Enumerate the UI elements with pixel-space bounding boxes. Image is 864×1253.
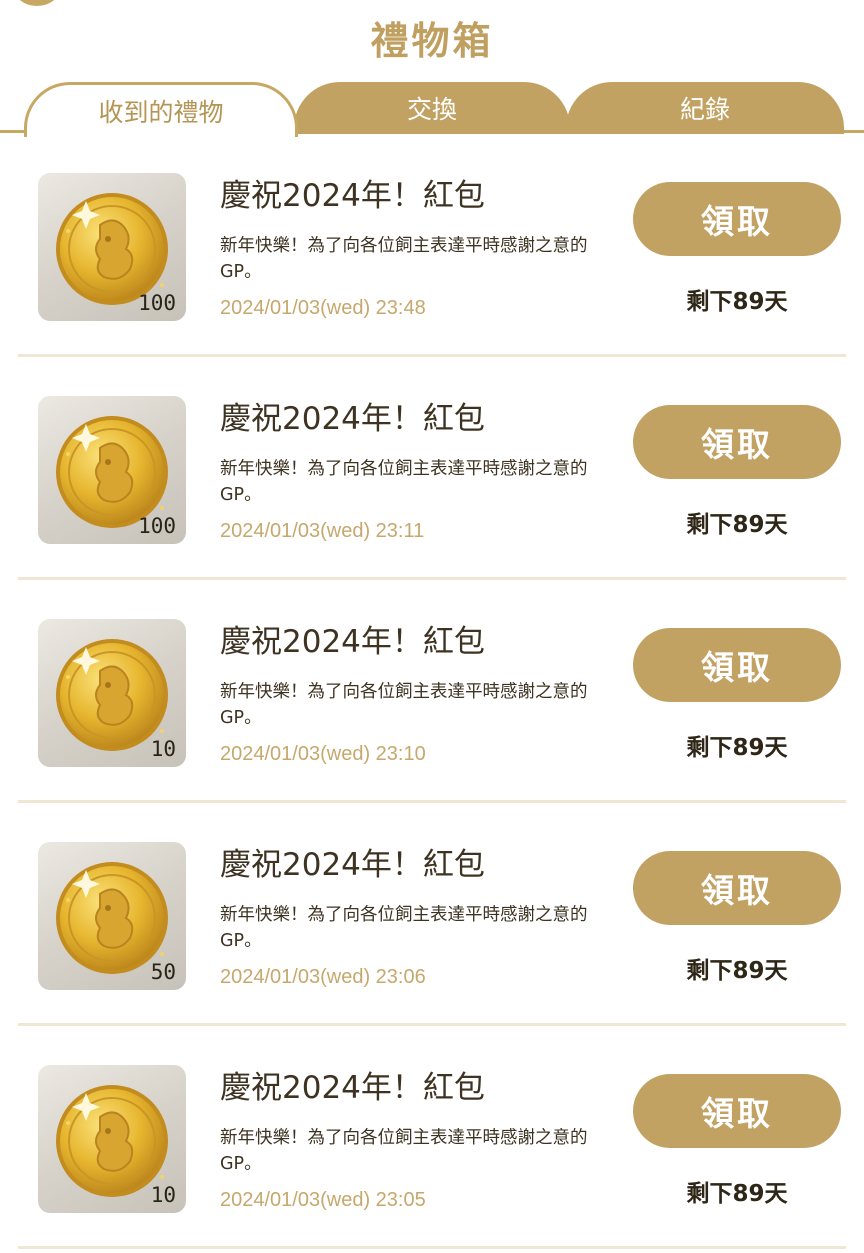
- gift-title: 慶祝2024年！紅包: [220, 624, 485, 660]
- gift-title: 慶祝2024年！紅包: [220, 1070, 485, 1106]
- gift-description: 新年快樂！為了向各位飼主表達平時感謝之意的GP。: [220, 905, 588, 951]
- gift-date: 2024/01/03(wed) 23:06: [220, 966, 426, 988]
- claim-button[interactable]: 領取: [633, 1074, 841, 1148]
- gift-quantity: 10: [150, 1183, 176, 1207]
- gift-description: 新年快樂！為了向各位飼主表達平時感謝之意的GP。: [220, 459, 588, 505]
- gift-thumbnail: 100: [38, 396, 186, 544]
- gift-description: 新年快樂！為了向各位飼主表達平時感謝之意的GP。: [220, 1128, 588, 1174]
- claim-button[interactable]: 領取: [633, 851, 841, 925]
- divider: [18, 1246, 846, 1249]
- gift-list-item: 100 慶祝2024年！紅包 新年快樂！為了向各位飼主表達平時感謝之意的GP。 …: [0, 357, 864, 580]
- gift-list-item: 10 慶祝2024年！紅包 新年快樂！為了向各位飼主表達平時感謝之意的GP。 2…: [0, 1026, 864, 1249]
- tab-history[interactable]: 紀錄: [566, 82, 844, 134]
- gift-list: 100 慶祝2024年！紅包 新年快樂！為了向各位飼主表達平時感謝之意的GP。 …: [0, 134, 864, 1249]
- remaining-days: 剩下89天: [686, 1181, 788, 1207]
- top-badge-icon: [14, 0, 60, 6]
- gift-title: 慶祝2024年！紅包: [220, 847, 485, 883]
- remaining-days: 剩下89天: [686, 735, 788, 761]
- gift-list-item: 50 慶祝2024年！紅包 新年快樂！為了向各位飼主表達平時感謝之意的GP。 2…: [0, 803, 864, 1026]
- gift-title: 慶祝2024年！紅包: [220, 401, 485, 437]
- gift-quantity: 100: [138, 514, 176, 538]
- gift-date: 2024/01/03(wed) 23:10: [220, 743, 426, 765]
- gift-thumbnail: 100: [38, 173, 186, 321]
- tab-received-gifts[interactable]: 收到的禮物: [24, 82, 298, 137]
- gift-thumbnail: 10: [38, 619, 186, 767]
- claim-button[interactable]: 領取: [633, 628, 841, 702]
- gift-list-item: 100 慶祝2024年！紅包 新年快樂！為了向各位飼主表達平時感謝之意的GP。 …: [0, 134, 864, 357]
- gift-date: 2024/01/03(wed) 23:48: [220, 297, 426, 319]
- claim-button[interactable]: 領取: [633, 405, 841, 479]
- gift-list-item: 10 慶祝2024年！紅包 新年快樂！為了向各位飼主表達平時感謝之意的GP。 2…: [0, 580, 864, 803]
- remaining-days: 剩下89天: [686, 289, 788, 315]
- gift-description: 新年快樂！為了向各位飼主表達平時感謝之意的GP。: [220, 682, 588, 728]
- gift-quantity: 100: [138, 291, 176, 315]
- tab-exchange[interactable]: 交換: [294, 82, 570, 134]
- gift-quantity: 10: [150, 737, 176, 761]
- gift-title: 慶祝2024年！紅包: [220, 178, 485, 214]
- gift-description: 新年快樂！為了向各位飼主表達平時感謝之意的GP。: [220, 236, 588, 282]
- claim-button[interactable]: 領取: [633, 182, 841, 256]
- gift-date: 2024/01/03(wed) 23:05: [220, 1189, 426, 1211]
- gift-thumbnail: 50: [38, 842, 186, 990]
- remaining-days: 剩下89天: [686, 958, 788, 984]
- page-title: 禮物箱: [370, 19, 494, 63]
- gift-thumbnail: 10: [38, 1065, 186, 1213]
- remaining-days: 剩下89天: [686, 512, 788, 538]
- gift-quantity: 50: [150, 960, 176, 984]
- tab-bar: 收到的禮物 交換 紀錄: [0, 78, 864, 137]
- gift-date: 2024/01/03(wed) 23:11: [220, 520, 425, 542]
